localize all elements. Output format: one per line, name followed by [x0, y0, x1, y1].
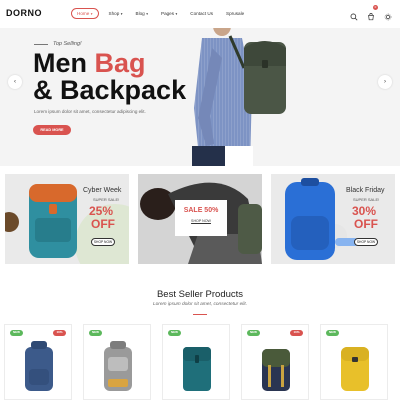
header-icons: 0 [350, 5, 392, 21]
site-header: DORNO Home ▾ Shop ▾ Blog ▾ Pages ▾ Contact U… [0, 0, 400, 28]
nav-label: Home [77, 11, 90, 16]
product-card[interactable]: NEW 10% [241, 324, 309, 400]
shop-now-link[interactable]: SHOP NOW [175, 219, 227, 223]
promo-percent: 25% [89, 204, 114, 218]
chevron-down-icon: ▾ [175, 11, 178, 16]
nav-label: Blog [135, 11, 145, 16]
shop-now-button[interactable]: SHOP NOW [91, 238, 115, 246]
nav-label: Sprusale [226, 11, 245, 16]
shop-now-button[interactable]: SHOP NOW [354, 238, 378, 246]
promo-cyber-week[interactable]: Cyber Week SUPER SALE! 25% OFF SHOP NOW [5, 174, 129, 264]
promo-off: OFF [354, 217, 378, 231]
promo-sale-50[interactable]: SALE 50% SHOP NOW [138, 174, 262, 264]
best-seller-title: Best Seller Products [156, 289, 244, 300]
promo-super: SUPER SALE! [353, 197, 380, 202]
slider-prev-button[interactable]: ‹ [8, 75, 22, 89]
main-nav: Home ▾ Shop ▾ Blog ▾ Pages ▾ Contact Us Spru… [71, 8, 257, 19]
product-grid: NEW 10% NEW NEW NEW 10% NEW [0, 324, 400, 400]
promo-black-friday[interactable]: Black Friday SUPER SALE! 30% OFF SHOP NO… [271, 174, 395, 264]
nav-item-shop[interactable]: Shop ▾ [109, 11, 123, 16]
sale-box: SALE 50% SHOP NOW [175, 200, 227, 236]
promo-title: Black Friday [346, 187, 385, 194]
best-seller-subtitle: Lorem ipsum dolor sit amet, consectetur … [152, 302, 248, 307]
hero-title-word: Men [33, 48, 95, 78]
product-image [262, 349, 290, 391]
gear-icon[interactable] [384, 8, 392, 21]
section-divider [193, 314, 207, 315]
promo-banners: Cyber Week SUPER SALE! 25% OFF SHOP NOW … [0, 174, 400, 264]
hero-tag-text: Top Selling! [53, 41, 82, 47]
nav-item-sprusale[interactable]: Sprusale [226, 11, 244, 16]
nav-label: Contact Us [190, 11, 214, 16]
nav-item-pages[interactable]: Pages ▾ [161, 11, 177, 16]
nav-item-blog[interactable]: Blog ▾ [136, 11, 148, 16]
nav-item-contact[interactable]: Contact Us [190, 11, 213, 16]
hero-slider: Top Selling! Men Bag & Backpack Lorem ip… [0, 28, 400, 166]
product-card[interactable]: NEW [162, 324, 230, 400]
hero-model-image [192, 28, 286, 166]
promo-super: SUPER SALE! [93, 197, 120, 202]
cart-icon[interactable]: 0 [367, 5, 378, 21]
hero-tag: Top Selling! [34, 41, 82, 47]
hero-title-accent: Bag [94, 48, 146, 78]
hero-title-line2: & Backpack [33, 75, 187, 105]
chevron-down-icon: ▾ [120, 11, 123, 16]
product-image [183, 347, 211, 391]
product-image [341, 347, 369, 391]
product-card[interactable]: NEW [320, 324, 388, 400]
sale-title: SALE 50% [183, 207, 219, 214]
product-card[interactable]: NEW [83, 324, 151, 400]
brand-logo[interactable]: DORNO [6, 8, 42, 18]
slider-next-button[interactable]: › [378, 75, 392, 89]
search-icon[interactable] [350, 8, 358, 21]
product-card[interactable]: NEW 10% [4, 324, 72, 400]
hero-subtitle: Lorem ipsum dolor sit amet, consectetur … [34, 109, 146, 114]
chevron-down-icon: ▾ [90, 11, 93, 16]
nav-label: Pages [161, 11, 175, 16]
cart-count-badge: 0 [373, 5, 378, 10]
nav-label: Shop [108, 11, 120, 16]
product-image [25, 341, 53, 391]
promo-off: OFF [91, 217, 115, 231]
nav-item-home[interactable]: Home ▾ [71, 8, 99, 19]
read-more-button[interactable]: READ MORE [33, 125, 71, 135]
promo-percent: 30% [352, 204, 377, 218]
promo-title: Cyber Week [83, 187, 122, 194]
chevron-down-icon: ▾ [146, 11, 148, 16]
product-image [104, 341, 132, 391]
tag-divider [34, 43, 48, 45]
